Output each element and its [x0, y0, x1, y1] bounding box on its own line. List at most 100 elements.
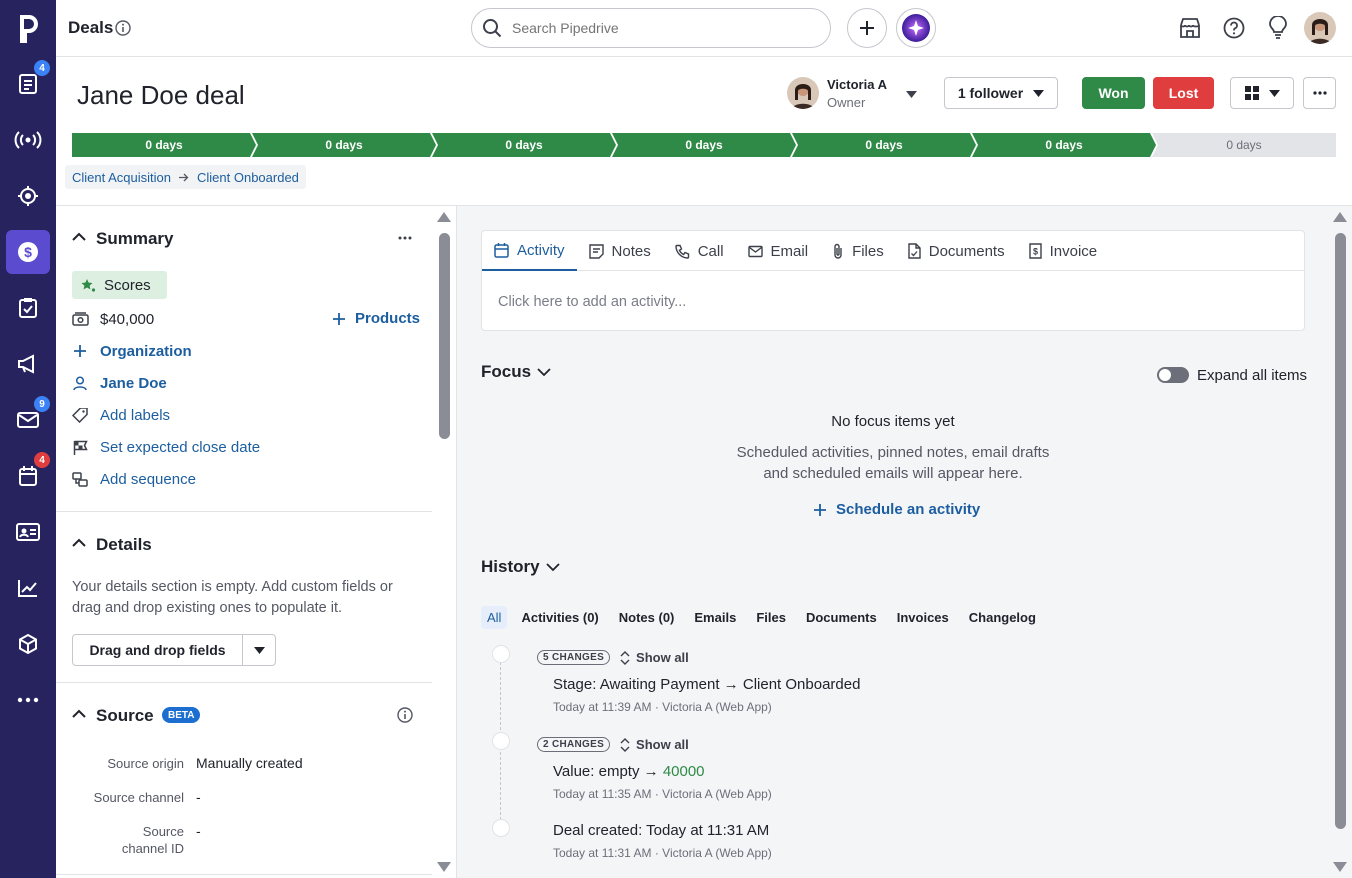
- source-channel-value[interactable]: -: [196, 789, 201, 805]
- layout-button[interactable]: [1230, 77, 1294, 109]
- owner-dropdown-icon[interactable]: [906, 91, 917, 98]
- sidebar-divider: [456, 206, 457, 878]
- change-from: empty: [598, 763, 640, 780]
- pipedrive-logo[interactable]: [6, 6, 50, 50]
- pipeline-stage[interactable]: 0 days: [792, 133, 976, 157]
- nav-insights[interactable]: [6, 566, 50, 610]
- info-icon[interactable]: [115, 20, 131, 36]
- owner-name[interactable]: Victoria A: [827, 77, 887, 92]
- add-labels-link[interactable]: Add labels: [100, 407, 170, 424]
- schedule-activity-button[interactable]: Schedule an activity: [814, 501, 980, 518]
- add-sequence-link[interactable]: Add sequence: [100, 471, 196, 488]
- person-link[interactable]: Jane Doe: [100, 375, 167, 392]
- history-entry-header: 5 CHANGES Show all: [537, 650, 689, 665]
- history-filter-files[interactable]: Files: [750, 606, 792, 629]
- expand-all-toggle[interactable]: [1157, 367, 1189, 383]
- details-empty-text: Your details section is empty. Add custo…: [72, 579, 393, 616]
- marketplace-icon[interactable]: [1179, 17, 1201, 39]
- pipeline-stage[interactable]: 0 days: [972, 133, 1156, 157]
- scroll-up-icon[interactable]: [1333, 212, 1347, 222]
- set-close-date-link[interactable]: Set expected close date: [100, 439, 260, 456]
- add-organization-link[interactable]: Organization: [100, 343, 192, 360]
- colon: :: [590, 763, 599, 780]
- nav-mail[interactable]: 9: [6, 396, 50, 442]
- history-filter-notes[interactable]: Notes (0): [613, 606, 681, 629]
- tab-files[interactable]: Files: [820, 231, 896, 271]
- source-channel-id-value[interactable]: -: [196, 823, 201, 839]
- nav-campaigns[interactable]: [6, 118, 50, 162]
- collapse-chevron-icon[interactable]: [72, 232, 86, 241]
- tab-notes[interactable]: Notes: [577, 231, 663, 271]
- search-bar[interactable]: [471, 8, 831, 48]
- nav-activities[interactable]: 4: [6, 452, 50, 498]
- tab-documents[interactable]: Documents: [896, 231, 1017, 271]
- dollar-icon: $: [17, 241, 39, 263]
- changes-count-badge: 5 CHANGES: [537, 650, 611, 665]
- add-products-button[interactable]: Products: [333, 310, 420, 327]
- tab-email[interactable]: Email: [736, 231, 821, 271]
- followers-button[interactable]: 1 follower: [944, 77, 1058, 109]
- lightbulb-icon[interactable]: [1268, 16, 1288, 40]
- pipeline-stage[interactable]: 0 days: [1152, 133, 1336, 157]
- history-filter-invoices[interactable]: Invoices: [891, 606, 955, 629]
- summary-more-icon[interactable]: [398, 236, 412, 240]
- history-header[interactable]: History: [481, 557, 560, 577]
- breadcrumb-stage[interactable]: Client Onboarded: [197, 170, 299, 185]
- history-filter-all[interactable]: All: [481, 606, 508, 629]
- history-filter-activities[interactable]: Activities (0): [515, 606, 604, 629]
- nav-projects[interactable]: [6, 286, 50, 330]
- deal-value[interactable]: $40,000: [100, 311, 154, 328]
- plus-icon: [74, 345, 86, 357]
- won-button[interactable]: Won: [1082, 77, 1145, 109]
- lost-button[interactable]: Lost: [1153, 77, 1214, 109]
- collapse-chevron-icon[interactable]: [72, 538, 86, 547]
- ai-assistant-button[interactable]: [896, 8, 936, 48]
- deal-title[interactable]: Jane Doe deal: [77, 80, 245, 111]
- focus-header[interactable]: Focus: [481, 362, 551, 382]
- plus-icon: [859, 20, 875, 36]
- nav-products[interactable]: [6, 622, 50, 666]
- drag-drop-dropdown-button[interactable]: [243, 635, 275, 665]
- tab-invoice[interactable]: $ Invoice: [1017, 231, 1110, 271]
- more-actions-button[interactable]: [1303, 77, 1336, 109]
- nav-deals[interactable]: $: [6, 230, 50, 274]
- tab-activity[interactable]: Activity: [482, 231, 577, 271]
- pipeline-stage[interactable]: 0 days: [252, 133, 436, 157]
- nav-contacts[interactable]: [6, 510, 50, 554]
- pipeline-stage[interactable]: 0 days: [432, 133, 616, 157]
- nav-leads[interactable]: 4: [6, 60, 50, 106]
- add-activity-placeholder[interactable]: Click here to add an activity...: [482, 271, 1304, 333]
- scores-chip[interactable]: Scores: [72, 271, 167, 299]
- scroll-up-icon[interactable]: [437, 212, 451, 222]
- focus-title: Focus: [481, 362, 532, 381]
- search-input[interactable]: [512, 20, 812, 36]
- history-filter-changelog[interactable]: Changelog: [963, 606, 1042, 629]
- collapse-chevron-icon[interactable]: [72, 709, 86, 718]
- history-filter-documents[interactable]: Documents: [800, 606, 883, 629]
- section-divider: [56, 874, 432, 875]
- history-entry-header: 2 CHANGES Show all: [537, 737, 689, 752]
- sidebar-scrollbar-thumb[interactable]: [439, 233, 450, 439]
- pipeline-stage[interactable]: 0 days: [612, 133, 796, 157]
- created-time: Today at 11:31 AM: [646, 822, 770, 839]
- scroll-down-icon[interactable]: [437, 862, 451, 872]
- pipeline-stage[interactable]: 0 days: [72, 133, 256, 157]
- products-label: Products: [355, 310, 421, 327]
- scroll-down-icon[interactable]: [1333, 862, 1347, 872]
- help-icon[interactable]: [1223, 17, 1245, 39]
- show-all-button[interactable]: Show all: [620, 650, 689, 665]
- show-all-button[interactable]: Show all: [620, 737, 689, 752]
- changes-count-badge: 2 CHANGES: [537, 737, 611, 752]
- drag-drop-fields-button[interactable]: Drag and drop fields: [73, 635, 243, 665]
- nav-more[interactable]: [6, 678, 50, 722]
- tab-call[interactable]: Call: [663, 231, 736, 271]
- breadcrumb-pipeline[interactable]: Client Acquisition: [72, 170, 171, 185]
- quick-add-button[interactable]: [847, 8, 887, 48]
- leads-icon: [18, 73, 38, 95]
- user-avatar[interactable]: [1304, 12, 1336, 44]
- info-icon[interactable]: [397, 707, 413, 723]
- history-filter-emails[interactable]: Emails: [688, 606, 742, 629]
- nav-insights-target[interactable]: [6, 174, 50, 218]
- nav-campaigns-megaphone[interactable]: [6, 342, 50, 386]
- main-scrollbar-thumb[interactable]: [1335, 233, 1346, 829]
